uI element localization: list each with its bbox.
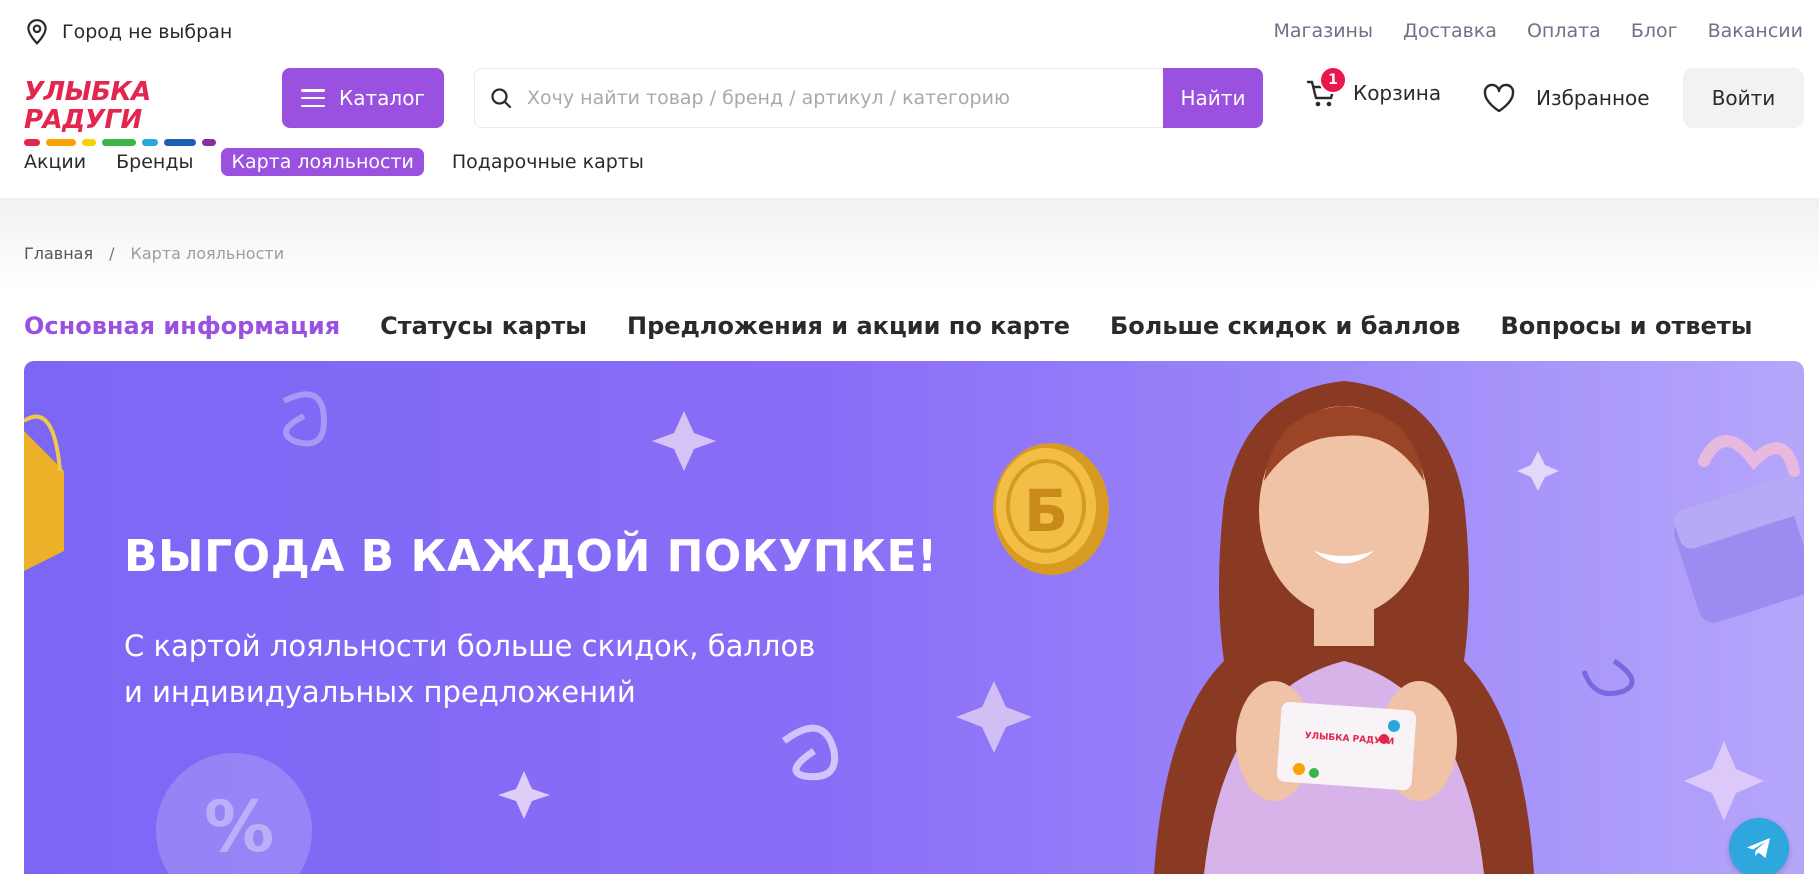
menu-icon [301,89,326,107]
telegram-button[interactable] [1729,818,1789,874]
link-stores[interactable]: Магазины [1273,20,1373,42]
gray-separator [0,198,1819,288]
heart-icon [1483,83,1515,113]
tab-more-discounts[interactable]: Больше скидок и баллов [1110,312,1460,340]
link-blog[interactable]: Блог [1631,20,1678,42]
hero-banner: % Б УЛЫБКА РАДУГИ ВЫГОДА В КАЖДОЙ ПОКУПК… [24,361,1804,874]
search-icon [491,88,512,109]
link-payment[interactable]: Оплата [1527,20,1601,42]
city-label: Город не выбран [62,21,233,43]
logo[interactable]: УЛЫБКА РАДУГИ [24,78,236,146]
top-links: Магазины Доставка Оплата Блог Вакансии [1273,20,1803,42]
svg-text:%: % [204,786,274,868]
loyalty-tabs: Основная информация Статусы карты Предло… [24,312,1752,340]
header: УЛЫБКА РАДУГИ Каталог Найти [0,66,1819,146]
logo-stripes [24,139,236,146]
search-button[interactable]: Найти [1163,67,1263,128]
top-bar: Город не выбран Магазины Доставка Оплата… [0,0,1819,64]
tab-offers[interactable]: Предложения и акции по карте [627,312,1070,340]
breadcrumb-separator: / [109,244,115,263]
favorites-button[interactable]: Избранное [1482,82,1650,114]
banner-subtitle-line-1: С картой лояльности больше скидок, балло… [124,629,816,663]
main-nav: Акции Бренды Карта лояльности Подарочные… [24,148,644,176]
breadcrumb-current: Карта лояльности [130,244,285,263]
banner-subtitle: С картой лояльности больше скидок, балло… [124,623,884,715]
search-input[interactable] [527,87,1127,109]
location-pin-icon [27,19,47,45]
breadcrumb-home[interactable]: Главная [24,244,93,263]
nav-item-loyalty-card[interactable]: Карта лояльности [221,148,424,176]
nav-item-brands[interactable]: Бренды [116,148,193,176]
nav-item-promotions[interactable]: Акции [24,148,86,176]
breadcrumb: Главная / Карта лояльности [24,244,284,263]
cart-button[interactable]: 1 Корзина [1305,66,1442,110]
telegram-icon [1747,838,1770,858]
cart-icon-wrap: 1 [1305,66,1347,110]
login-button[interactable]: Войти [1683,68,1804,128]
catalog-button[interactable]: Каталог [282,68,444,128]
cart-count-badge: 1 [1319,66,1347,94]
tab-card-statuses[interactable]: Статусы карты [380,312,587,340]
tab-main-info[interactable]: Основная информация [24,312,340,340]
cart-label: Корзина [1353,81,1442,105]
link-delivery[interactable]: Доставка [1403,20,1497,42]
banner-decoration: % Б УЛЫБКА РАДУГИ [24,381,1804,874]
banner-title: ВЫГОДА В КАЖДОЙ ПОКУПКЕ! [124,531,938,582]
banner-subtitle-line-2: и индивидуальных предложений [124,675,636,709]
link-vacancies[interactable]: Вакансии [1708,20,1803,42]
nav-item-gift-cards[interactable]: Подарочные карты [452,148,644,176]
search-bar: Найти [474,67,1263,128]
tab-faq[interactable]: Вопросы и ответы [1500,312,1752,340]
coin-letter: Б [1024,477,1068,545]
logo-text: УЛЫБКА РАДУГИ [24,77,151,135]
favorites-label: Избранное [1536,86,1650,110]
catalog-label: Каталог [339,86,425,110]
city-selector[interactable]: Город не выбран [24,18,232,46]
